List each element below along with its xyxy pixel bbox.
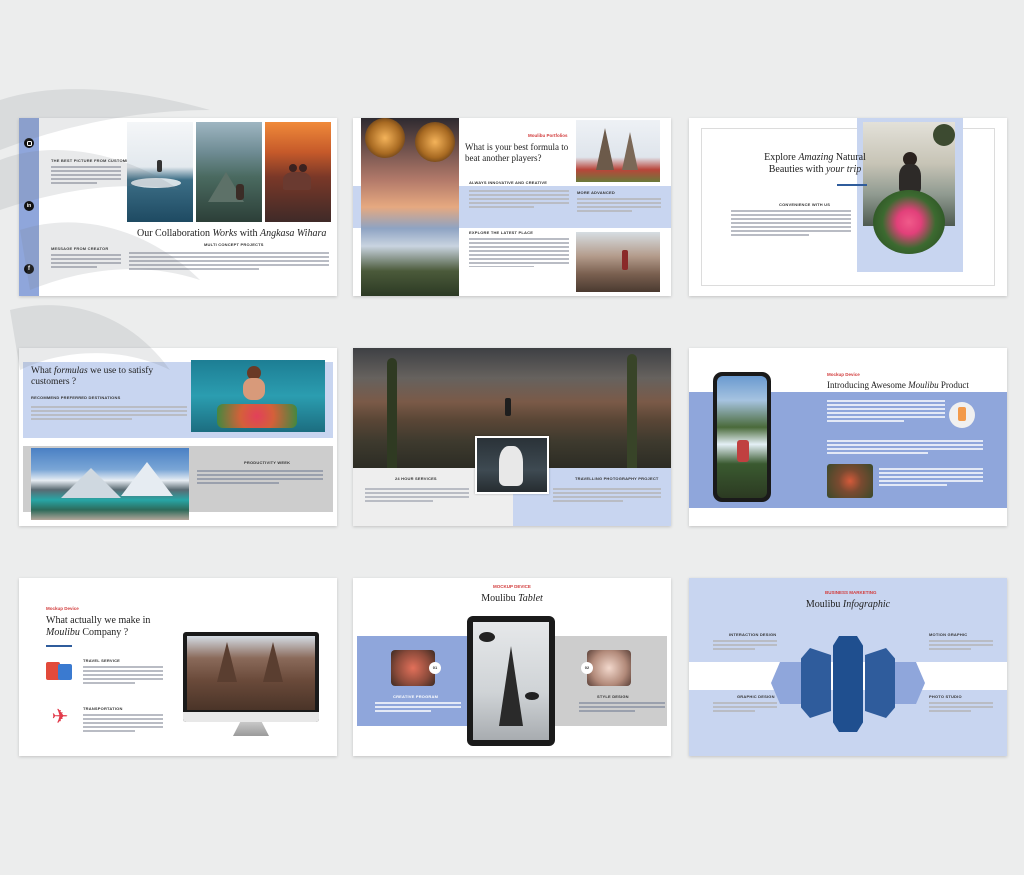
photo-mountain-lake xyxy=(196,122,262,222)
travel-service-label: TRAVEL SERVICE xyxy=(83,658,121,663)
body-text xyxy=(879,468,983,488)
slide-product[interactable]: Mockup Device Introducing Awesome Moulib… xyxy=(689,348,1007,526)
section-tag: Mockup Device xyxy=(46,606,79,611)
body-text xyxy=(929,702,993,714)
slide-title: Explore Amazing Natural Beauties with yo… xyxy=(764,152,866,175)
section-tag: Mockup Device xyxy=(827,372,860,377)
slide-title: What formulas we use to satisfy customer… xyxy=(31,366,154,387)
body-text xyxy=(827,400,945,424)
interaction-design-label: INTERACTION DESIGN xyxy=(729,632,777,637)
body-text xyxy=(827,440,983,456)
body-text xyxy=(713,702,777,714)
hand-phone-icon xyxy=(949,402,975,428)
body-text xyxy=(83,714,163,734)
monitor-mockup xyxy=(183,632,319,722)
photo-beach-sunset xyxy=(361,118,459,296)
photo-pool-woman xyxy=(191,360,325,432)
tablet-mockup xyxy=(467,616,555,746)
photo-flowers-circle xyxy=(873,190,945,254)
step-badge-01: 01 xyxy=(429,662,441,674)
body-text xyxy=(83,666,163,686)
slide-explore[interactable]: Explore Amazing Natural Beauties with yo… xyxy=(689,118,1007,296)
phone-mockup xyxy=(713,372,771,502)
body-text xyxy=(731,210,851,238)
motion-graphic-label: MOTION GRAPHIC xyxy=(929,632,968,637)
best-picture-label: THE BEST PICTURE FROM CUSTOMER xyxy=(51,158,133,163)
convenience-label: CONVENIENCE WITH US xyxy=(779,202,831,207)
body-text xyxy=(375,702,461,714)
photo-surfing xyxy=(127,122,193,222)
step-badge-02: 02 xyxy=(581,662,593,674)
body-text xyxy=(365,488,469,504)
section-tag: MOCKUP DEVICE xyxy=(493,584,531,589)
slide-title: What actually we make in Moulibu Company… xyxy=(46,615,151,638)
section-tag: BUSINESS MARKETING xyxy=(825,590,877,595)
destinations-label: RECOMMEND PREFERRED DESTINATIONS xyxy=(31,395,121,400)
slide-services[interactable]: 24 HOUR SERVICES TRAVELLING PHOTOGRAPHY … xyxy=(353,348,671,526)
photo-temple xyxy=(576,120,660,182)
facebook-icon[interactable]: f xyxy=(24,264,34,274)
photo-studio-label: PHOTO STUDIO xyxy=(929,694,962,699)
body-text xyxy=(51,254,121,270)
transportation-label: TRANSPORTATION xyxy=(83,706,123,711)
creative-program-label: CREATIVE PROGRAM xyxy=(393,694,439,699)
graphic-design-label: GRAPHIC DESIGN xyxy=(737,694,775,699)
monitor-stand xyxy=(233,722,269,736)
left-panel-shape xyxy=(801,648,831,718)
title-underline xyxy=(837,184,867,186)
luggage-icon xyxy=(46,658,74,680)
productivity-label: PRODUCTIVITY WEEK xyxy=(244,460,291,465)
slide-infographic[interactable]: BUSINESS MARKETING Moulibu Infographic I… xyxy=(689,578,1007,756)
services-label: 24 HOUR SERVICES xyxy=(395,476,437,481)
slide-title: Introducing Awesome Moulibu Product xyxy=(827,380,969,390)
slide-title: Moulibu Tablet xyxy=(481,593,543,604)
slide-tablet[interactable]: MOCKUP DEVICE Moulibu Tablet 01 CREATIVE… xyxy=(353,578,671,756)
title-underline xyxy=(46,645,72,647)
body-text xyxy=(579,702,665,714)
body-text xyxy=(129,252,329,272)
body-text xyxy=(553,488,661,504)
instagram-icon[interactable] xyxy=(24,138,34,148)
slide-portfolios[interactable]: Moulibu Portfolios What is your best for… xyxy=(353,118,671,296)
heading-advanced: MORE ADVANCED xyxy=(577,190,615,195)
photo-product-right xyxy=(587,650,631,686)
body-text xyxy=(31,406,187,422)
body-text xyxy=(577,198,661,214)
slide-title: Our Collaboration Works with Angkasa Wih… xyxy=(137,228,327,239)
heading-explore: EXPLORE THE LATEST PLACE xyxy=(469,230,534,235)
style-design-label: STYLE DESIGN xyxy=(597,694,629,699)
photo-hooded-person xyxy=(475,436,549,494)
photo-mountain-lake xyxy=(31,448,189,520)
slide-company[interactable]: Mockup Device What actually we make in M… xyxy=(19,578,337,756)
body-text xyxy=(51,166,121,186)
section-tag: Moulibu Portfolios xyxy=(528,133,568,138)
photo-sunset-couple xyxy=(265,122,331,222)
center-panel-shape xyxy=(833,636,863,732)
body-text xyxy=(469,190,569,210)
linkedin-icon[interactable]: in xyxy=(24,201,34,211)
slide-title: Moulibu Infographic xyxy=(805,599,891,610)
slide-subtitle: MULTI CONCEPT PROJECTS xyxy=(204,242,264,247)
photo-coral xyxy=(827,464,873,498)
body-text xyxy=(929,640,993,652)
body-text xyxy=(713,640,777,652)
body-text xyxy=(197,470,323,486)
photography-label: TRAVELLING PHOTOGRAPHY PROJECT xyxy=(575,476,659,481)
message-label: MESSAGE FROM CREATOR xyxy=(51,246,109,251)
photo-hiker xyxy=(576,232,660,292)
right-panel-shape xyxy=(865,648,895,718)
heading-innovative: ALWAYS INNOVATIVE AND CREATIVE xyxy=(469,180,548,185)
slide-collaboration[interactable]: in f THE BEST PICTURE FROM CUSTOMER MESS… xyxy=(19,118,337,296)
slide-title: What is your best formula to beat anothe… xyxy=(465,142,569,163)
body-text xyxy=(469,238,569,270)
airplane-icon: ✈ xyxy=(51,706,69,728)
slide-formulas[interactable]: What formulas we use to satisfy customer… xyxy=(19,348,337,526)
